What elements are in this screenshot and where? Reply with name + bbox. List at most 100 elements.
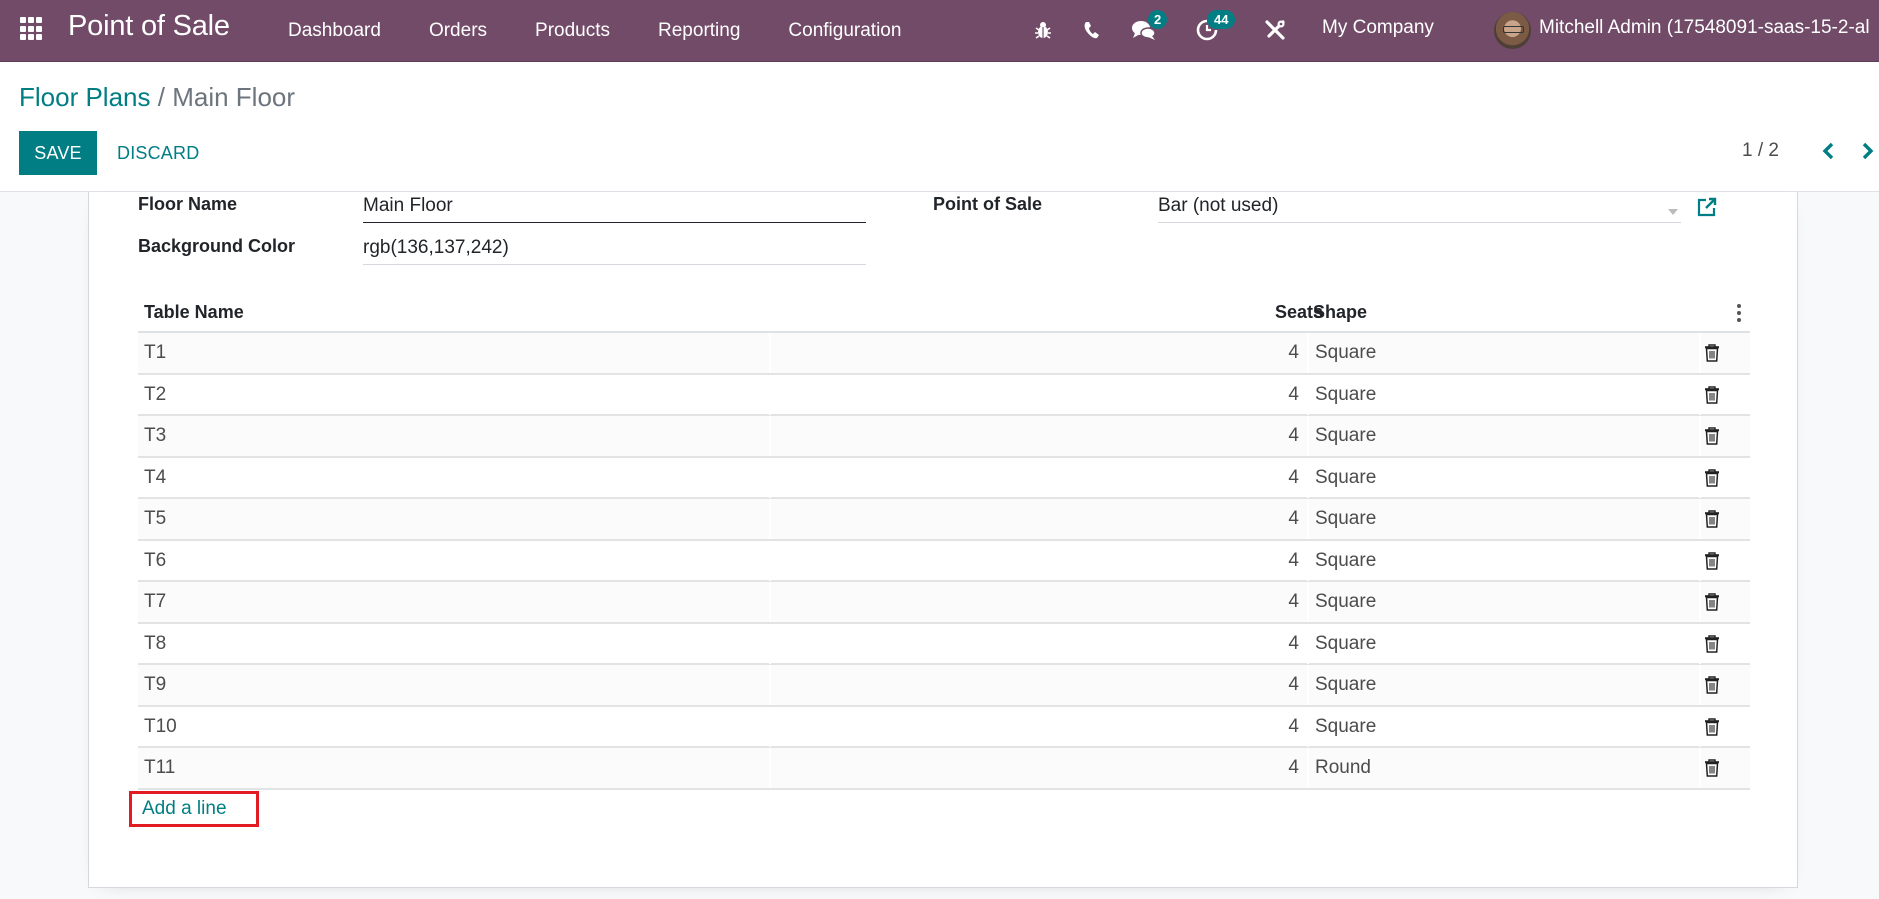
trash-icon[interactable] — [1704, 676, 1720, 694]
breadcrumb: Floor Plans / Main Floor — [19, 82, 295, 113]
company-switcher[interactable]: My Company — [1322, 17, 1434, 39]
seats-cell[interactable]: 4 — [1198, 624, 1299, 663]
shape-cell[interactable]: Square — [1315, 416, 1376, 455]
table-row[interactable]: T3 4 Square — [138, 416, 1750, 458]
seats-cell[interactable]: 4 — [1198, 748, 1299, 787]
table-row[interactable]: T7 4 Square — [138, 582, 1750, 624]
shape-cell[interactable]: Square — [1315, 665, 1376, 704]
trash-icon[interactable] — [1704, 427, 1720, 445]
column-header-table-name[interactable]: Table Name — [144, 292, 244, 333]
table-name-cell[interactable]: T9 — [144, 665, 166, 704]
breadcrumb-floor-plans[interactable]: Floor Plans — [19, 82, 151, 112]
column-divider — [1699, 416, 1701, 456]
discard-button[interactable]: DISCARD — [107, 131, 209, 175]
table-row[interactable]: T5 4 Square — [138, 499, 1750, 541]
table-name-cell[interactable]: T1 — [144, 333, 166, 372]
column-header-shape[interactable]: Shape — [1313, 292, 1367, 333]
trash-icon[interactable] — [1704, 551, 1720, 570]
table-row[interactable]: T8 4 Square — [138, 623, 1750, 665]
menu-reporting[interactable]: Reporting — [658, 20, 740, 42]
messages-count-badge: 2 — [1148, 10, 1168, 29]
app-title[interactable]: Point of Sale — [68, 10, 230, 43]
shape-cell[interactable]: Square — [1315, 582, 1376, 621]
trash-icon[interactable] — [1704, 510, 1720, 528]
table-name-cell[interactable]: T2 — [144, 375, 166, 414]
table-name-cell[interactable]: T4 — [144, 458, 166, 497]
seats-cell[interactable]: 4 — [1198, 499, 1299, 538]
trash-icon[interactable] — [1704, 717, 1720, 736]
bug-icon[interactable] — [1034, 20, 1052, 45]
seats-cell[interactable]: 4 — [1198, 582, 1299, 621]
trash-icon[interactable] — [1704, 385, 1720, 404]
save-button[interactable]: SAVE — [19, 131, 97, 175]
table-row[interactable]: T6 4 Square — [138, 540, 1750, 582]
seats-cell[interactable]: 4 — [1198, 707, 1299, 746]
menu-products[interactable]: Products — [535, 20, 610, 42]
user-menu[interactable]: Mitchell Admin (17548091-saas-15-2-al — [1539, 17, 1870, 39]
add-a-line-link[interactable]: Add a line — [142, 798, 227, 820]
column-divider — [1307, 457, 1309, 498]
trash-icon[interactable] — [1704, 634, 1720, 653]
table-row[interactable]: T1 4 Square — [138, 333, 1750, 375]
table-row[interactable]: T9 4 Square — [138, 665, 1750, 707]
trash-icon[interactable] — [1704, 344, 1720, 362]
table-name-cell[interactable]: T6 — [144, 541, 166, 580]
shape-cell[interactable]: Square — [1315, 541, 1376, 580]
table-row[interactable]: T2 4 Square — [138, 374, 1750, 416]
column-header-seats[interactable]: Seats — [1238, 292, 1323, 333]
table-name-cell[interactable]: T10 — [144, 707, 177, 746]
pager-value[interactable]: 1 / 2 — [1742, 140, 1779, 162]
shape-cell[interactable]: Square — [1315, 707, 1376, 746]
pager-previous-button[interactable] — [1816, 138, 1840, 164]
table-name-cell[interactable]: T11 — [144, 748, 175, 787]
shape-cell[interactable]: Square — [1315, 499, 1376, 538]
form-sheet: Floor Name Main Floor Background Color r… — [88, 192, 1798, 888]
phone-icon[interactable] — [1083, 20, 1101, 45]
menu-dashboard[interactable]: Dashboard — [288, 20, 381, 42]
column-divider — [1307, 374, 1309, 415]
add-line-highlight: Add a line — [129, 791, 259, 827]
column-divider — [1307, 540, 1309, 581]
background-color-input[interactable]: rgb(136,137,242) — [363, 237, 866, 266]
user-avatar[interactable] — [1494, 12, 1531, 49]
optional-columns-icon[interactable] — [1736, 304, 1742, 322]
shape-cell[interactable]: Square — [1315, 624, 1376, 663]
table-name-cell[interactable]: T8 — [144, 624, 166, 663]
point-of-sale-underline — [1158, 222, 1681, 223]
chevron-right-icon — [1862, 142, 1874, 160]
tools-icon[interactable] — [1264, 19, 1286, 46]
column-divider — [769, 623, 771, 664]
floor-name-input[interactable]: Main Floor — [363, 195, 866, 224]
seats-cell[interactable]: 4 — [1198, 375, 1299, 414]
caret-down-icon[interactable] — [1668, 209, 1678, 215]
breadcrumb-separator: / — [157, 82, 165, 112]
trash-icon[interactable] — [1704, 593, 1720, 611]
seats-cell[interactable]: 4 — [1198, 333, 1299, 372]
trash-icon[interactable] — [1704, 759, 1720, 777]
column-divider — [1307, 748, 1309, 788]
trash-icon[interactable] — [1704, 468, 1720, 487]
seats-cell[interactable]: 4 — [1198, 458, 1299, 497]
column-divider — [769, 416, 771, 456]
seats-cell[interactable]: 4 — [1198, 665, 1299, 704]
table-row[interactable]: T4 4 Square — [138, 457, 1750, 499]
point-of-sale-select[interactable]: Bar (not used) — [1158, 195, 1681, 224]
shape-cell[interactable]: Square — [1315, 375, 1376, 414]
menu-configuration[interactable]: Configuration — [788, 20, 901, 42]
table-name-cell[interactable]: T7 — [144, 582, 166, 621]
table-row[interactable]: T10 4 Square — [138, 706, 1750, 748]
shape-cell[interactable]: Round — [1315, 748, 1371, 787]
column-divider — [1307, 416, 1309, 456]
external-link-icon[interactable] — [1696, 196, 1718, 218]
seats-cell[interactable]: 4 — [1198, 541, 1299, 580]
shape-cell[interactable]: Square — [1315, 333, 1376, 372]
apps-menu-icon[interactable] — [20, 17, 44, 41]
background-color-underline — [363, 264, 866, 265]
seats-cell[interactable]: 4 — [1198, 416, 1299, 455]
shape-cell[interactable]: Square — [1315, 458, 1376, 497]
menu-orders[interactable]: Orders — [429, 20, 487, 42]
table-name-cell[interactable]: T5 — [144, 499, 166, 538]
table-name-cell[interactable]: T3 — [144, 416, 166, 455]
pager-next-button[interactable] — [1856, 138, 1879, 164]
table-row[interactable]: T11 4 Round — [138, 748, 1750, 790]
